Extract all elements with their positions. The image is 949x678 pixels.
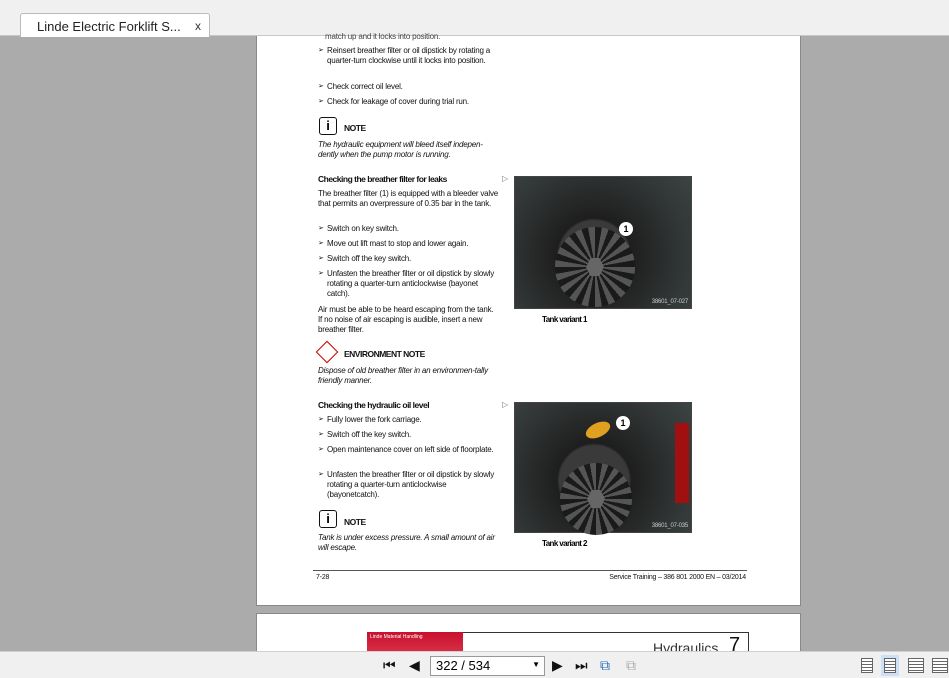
bullet: Switch off the key switch. — [318, 254, 498, 264]
note-text: The hydraulic equipment will bleed itsel… — [318, 140, 483, 159]
page-number-value: 322 / 534 — [436, 658, 491, 673]
single-page-view-icon[interactable] — [861, 658, 873, 673]
previous-view-icon[interactable]: ⧉ — [600, 657, 610, 674]
figure-caption: Tank variant 1 — [542, 315, 587, 324]
banner-text: Linde Material Handling — [370, 634, 423, 640]
bullet: Switch on key switch. — [318, 224, 498, 234]
bullet: Move out lift mast to stop and lower aga… — [318, 239, 498, 249]
last-page-icon[interactable]: ⏭ — [575, 657, 588, 674]
text-fragment: match up and it locks into position. — [325, 32, 441, 41]
facing-view-icon[interactable] — [908, 658, 924, 673]
paragraph: The breather filter (1) is equipped with… — [318, 189, 499, 208]
document-tab[interactable]: Linde Electric Forklift S... x — [20, 13, 210, 37]
bullet: Open maintenance cover on left side of f… — [318, 445, 498, 455]
first-page-icon[interactable]: ⏮ — [383, 657, 396, 674]
environment-note-text: Dispose of old breather filter in an env… — [318, 366, 488, 385]
callout-number: 1 — [616, 416, 630, 430]
figure-code: 38601_07-035 — [651, 523, 689, 529]
marker-icon: ▷ — [502, 174, 508, 183]
page-number-input[interactable]: 322 / 534 ▼ — [430, 656, 545, 676]
figure-caption: Tank variant 2 — [542, 539, 587, 548]
bullet: Check correct oil level. — [318, 82, 498, 92]
info-icon: i — [319, 117, 337, 135]
bullet: Reinsert breather filter or oil dipstick… — [318, 46, 498, 66]
note-label: NOTE — [344, 517, 366, 527]
info-icon: i — [319, 510, 337, 528]
continuous-facing-view-icon[interactable] — [932, 658, 948, 673]
close-tab-icon[interactable]: x — [195, 19, 201, 33]
pdf-page: match up and it locks into position. Rei… — [256, 32, 801, 606]
bullet: Unfasten the breather filter or oil dips… — [318, 269, 498, 299]
section-heading: Checking the breather filter for leaks — [318, 174, 447, 184]
note-text: Tank is under excess pressure. A small a… — [318, 533, 495, 552]
tab-bar: Linde Electric Forklift S... x — [0, 0, 949, 37]
footer-rule — [313, 570, 747, 571]
bullet: Fully lower the fork carriage. — [318, 415, 498, 425]
page-number: 7-28 — [316, 574, 330, 581]
previous-page-icon[interactable]: ◀ — [409, 657, 420, 674]
section-heading: Checking the hydraulic oil level — [318, 400, 430, 410]
tab-title: Linde Electric Forklift S... — [37, 19, 181, 34]
bullet: Check for leakage of cover during trial … — [318, 97, 498, 107]
note-label: NOTE — [344, 123, 366, 133]
figure-tank-variant-2: 1 38601_07-035 — [514, 402, 692, 535]
environment-icon — [315, 340, 339, 364]
environment-note-label: ENVIRONMENT NOTE — [344, 349, 425, 359]
marker-icon: ▷ — [502, 400, 508, 409]
footer-text: Service Training – 386 801 2000 EN – 03/… — [609, 574, 746, 581]
continuous-view-icon[interactable] — [881, 655, 899, 676]
figure-tank-variant-1: 1 38601_07-027 — [514, 176, 692, 309]
callout-number: 1 — [619, 222, 633, 236]
chevron-down-icon[interactable]: ▼ — [532, 660, 540, 669]
navigation-toolbar: ⏮ ◀ 322 / 534 ▼ ▶ ⏭ ⧉ ⧉ — [0, 651, 949, 678]
next-page-icon[interactable]: ▶ — [552, 657, 563, 674]
figure-code: 38601_07-027 — [651, 299, 689, 305]
bullet: Unfasten the breather filter or oil dips… — [318, 470, 498, 500]
next-view-icon: ⧉ — [626, 657, 636, 673]
paragraph: Air must be able to be heard escaping fr… — [318, 305, 494, 334]
bullet: Switch off the key switch. — [318, 430, 498, 440]
